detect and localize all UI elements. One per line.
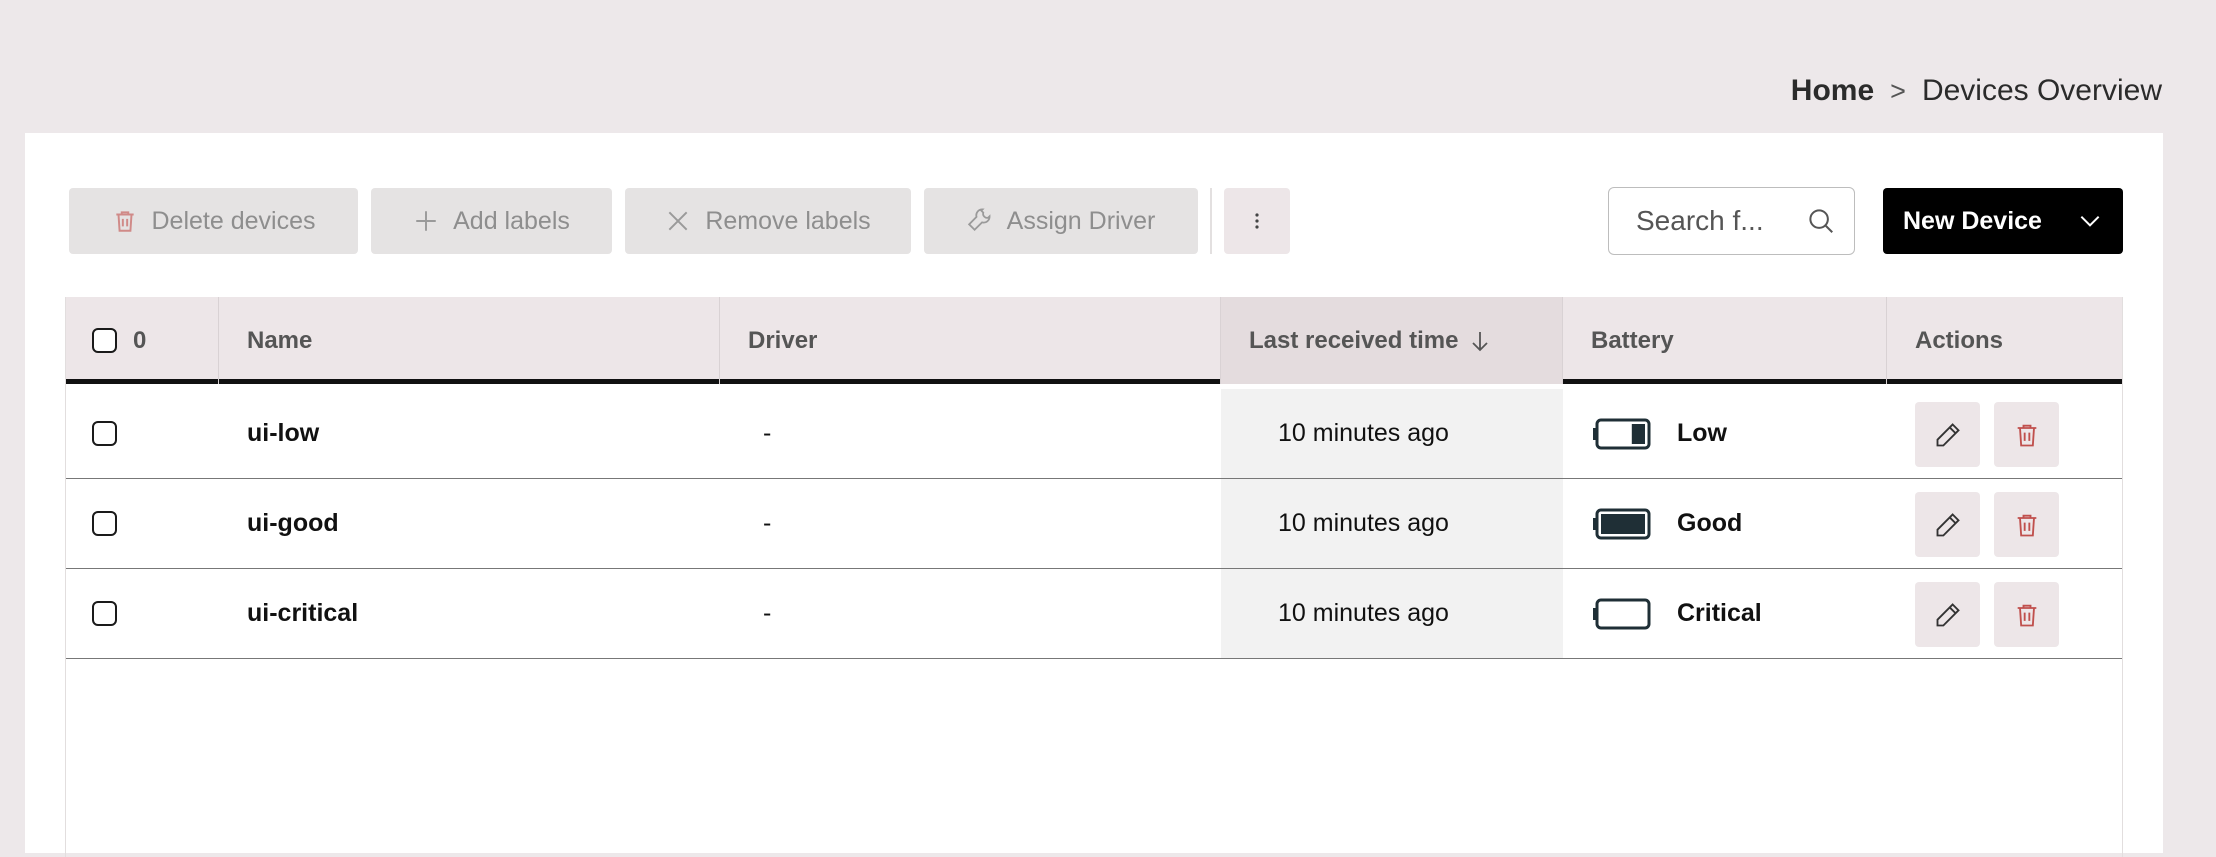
device-driver: - (763, 599, 772, 627)
arrow-down-icon (1472, 331, 1489, 351)
more-vertical-icon (1255, 213, 1259, 229)
battery-status: Low (1677, 419, 1727, 447)
search-icon[interactable] (1806, 206, 1836, 236)
trash-icon (2017, 424, 2036, 446)
column-actions-label: Actions (1915, 326, 2004, 354)
trash-icon (2017, 604, 2036, 626)
assign-driver-button[interactable]: Assign Driver (924, 188, 1198, 254)
device-battery: Low (1593, 389, 1727, 478)
device-battery: Critical (1593, 569, 1762, 658)
more-actions-button[interactable] (1224, 188, 1290, 254)
column-name-label: Name (247, 326, 313, 354)
device-last-received: 10 minutes ago (1221, 569, 1563, 658)
battery-icon (1593, 508, 1651, 539)
device-last-received: 10 minutes ago (1221, 389, 1563, 478)
device-driver: - (763, 419, 772, 447)
battery-status: Critical (1677, 599, 1762, 627)
chevron-down-icon[interactable] (2077, 208, 2103, 234)
row-select (92, 389, 117, 478)
column-header-battery[interactable]: Battery (1563, 297, 1887, 384)
devices-table: 0 Name Driver Last received time Battery… (65, 297, 2123, 857)
last-received-text: 10 minutes ago (1278, 419, 1449, 447)
table-row: ui-good - 10 minutes ago Good (66, 479, 2122, 569)
table-header: 0 Name Driver Last received time Battery… (66, 297, 2122, 384)
column-last-received-label: Last received time (1249, 326, 1459, 354)
device-battery: Good (1593, 479, 1742, 568)
wrench-icon (967, 208, 991, 232)
row-checkbox[interactable] (92, 421, 117, 446)
breadcrumb-current: Devices Overview (1921, 74, 2162, 107)
selected-count: 0 (133, 326, 147, 354)
table-row: ui-critical - 10 minutes ago Critical (66, 569, 2122, 659)
battery-status: Good (1677, 509, 1743, 537)
row-checkbox[interactable] (92, 511, 117, 536)
delete-button[interactable] (1994, 402, 2059, 467)
add-labels-label: Add labels (453, 206, 570, 235)
row-select (92, 479, 117, 568)
toolbar-divider (1210, 188, 1212, 254)
delete-devices-label: Delete devices (151, 206, 316, 235)
column-driver-label: Driver (748, 326, 818, 354)
toolbar: Delete devices Add labels Remove labels … (25, 133, 2163, 293)
edit-button[interactable] (1915, 492, 1980, 557)
select-all-checkbox[interactable] (92, 328, 117, 353)
pencil-icon (1936, 602, 1960, 626)
last-received-text: 10 minutes ago (1278, 599, 1449, 627)
plus-icon (416, 211, 436, 231)
add-labels-button[interactable]: Add labels (371, 188, 612, 254)
device-driver: - (763, 509, 772, 537)
search-input[interactable] (1636, 205, 1806, 237)
column-battery-label: Battery (1591, 326, 1674, 354)
delete-button[interactable] (1994, 582, 2059, 647)
search-field (1608, 187, 1855, 255)
edit-button[interactable] (1915, 402, 1980, 467)
breadcrumb-separator: > (1890, 75, 1906, 106)
battery-icon (1593, 598, 1651, 629)
remove-labels-label: Remove labels (705, 206, 871, 235)
column-header-driver[interactable]: Driver (720, 297, 1221, 384)
close-icon (668, 211, 688, 231)
device-name[interactable]: ui-low (247, 389, 319, 478)
delete-devices-button[interactable]: Delete devices (69, 188, 358, 254)
breadcrumb: Home > Devices Overview (1791, 70, 2162, 112)
breadcrumb-home[interactable]: Home (1791, 74, 1874, 108)
trash-icon (115, 211, 134, 232)
new-device-button[interactable]: New Device (1883, 188, 2123, 254)
battery-icon (1593, 418, 1651, 449)
last-received-text: 10 minutes ago (1278, 509, 1449, 537)
device-name[interactable]: ui-good (247, 479, 339, 568)
select-all-header: 0 (66, 297, 219, 384)
pencil-icon (1936, 422, 1960, 446)
device-last-received: 10 minutes ago (1221, 479, 1563, 568)
trash-icon (2017, 514, 2036, 536)
devices-panel: Delete devices Add labels Remove labels … (25, 133, 2163, 857)
column-header-name[interactable]: Name (219, 297, 720, 384)
row-select (92, 569, 117, 658)
assign-driver-label: Assign Driver (1006, 206, 1156, 235)
device-name[interactable]: ui-critical (247, 569, 358, 658)
column-header-last-received[interactable]: Last received time (1221, 297, 1563, 384)
table-row: ui-low - 10 minutes ago Low (66, 389, 2122, 479)
new-device-label: New Device (1903, 206, 2042, 235)
row-checkbox[interactable] (92, 601, 117, 626)
delete-button[interactable] (1994, 492, 2059, 557)
remove-labels-button[interactable]: Remove labels (625, 188, 911, 254)
column-header-actions: Actions (1887, 297, 2124, 384)
edit-button[interactable] (1915, 582, 1980, 647)
pencil-icon (1936, 512, 1960, 536)
